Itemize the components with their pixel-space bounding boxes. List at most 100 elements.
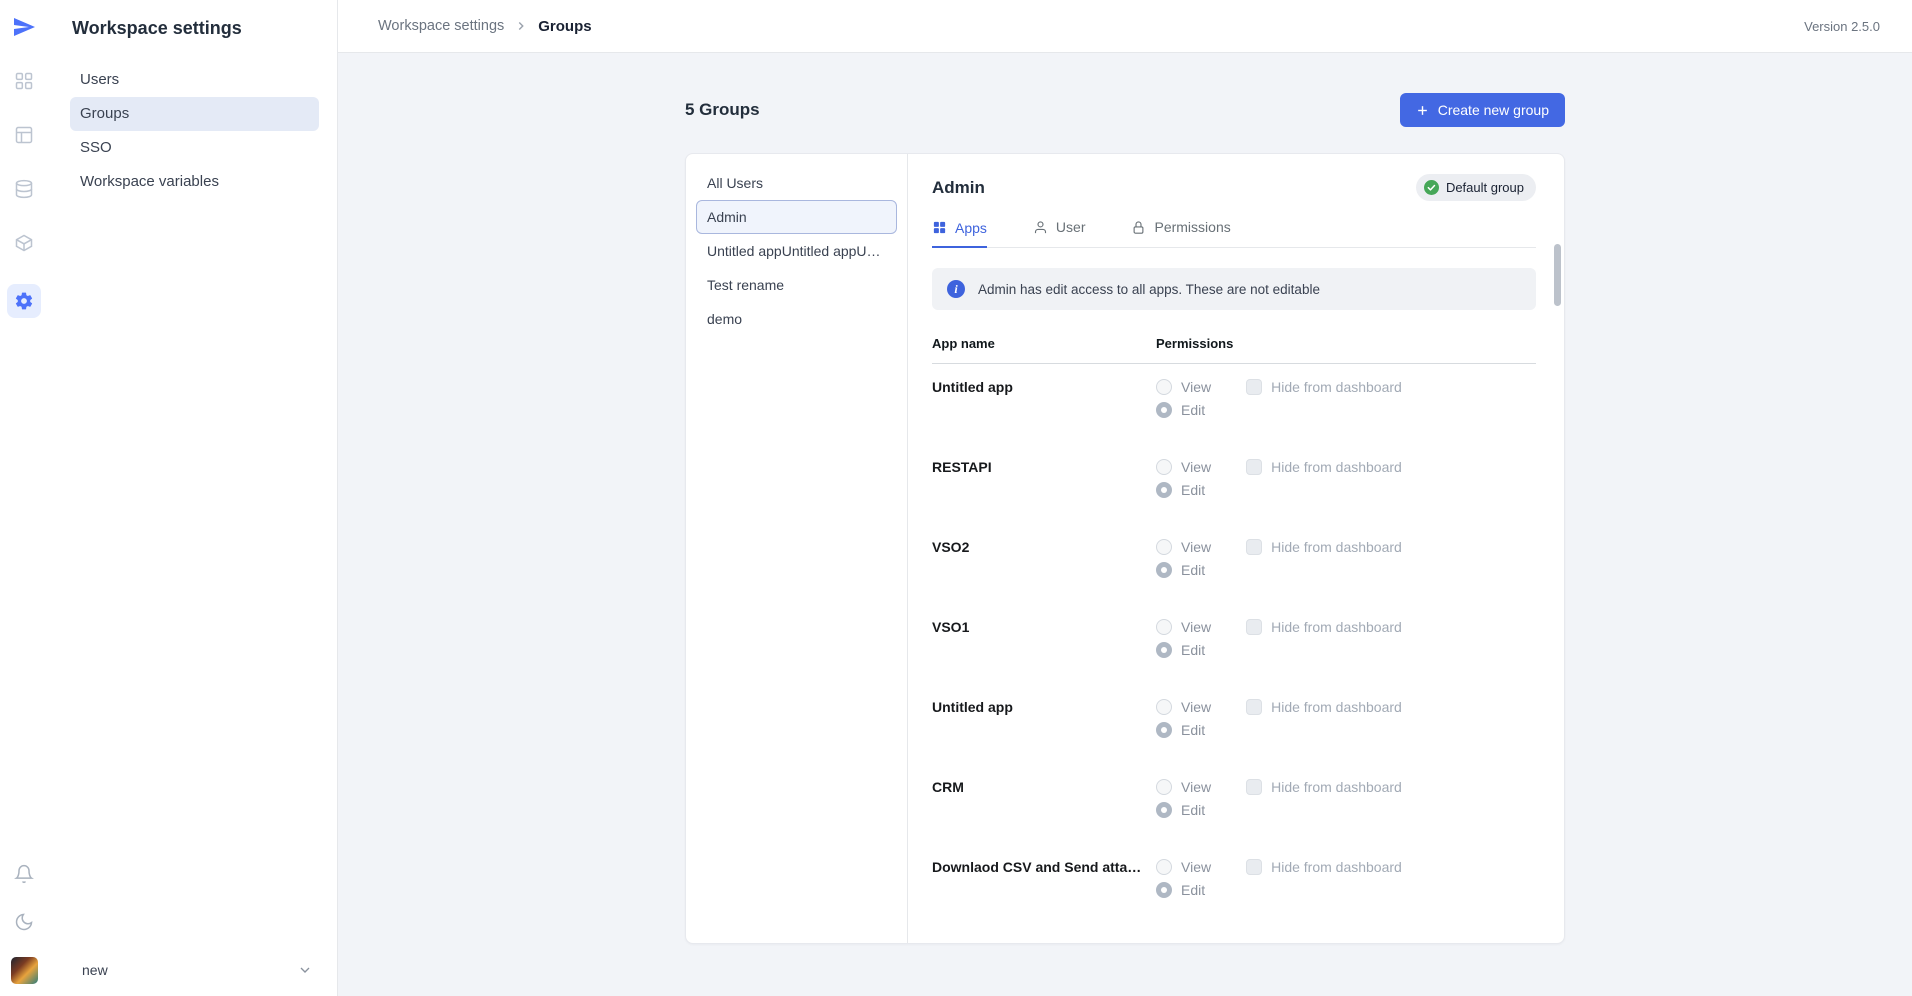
- view-label: View: [1181, 779, 1211, 795]
- groups-header: 5 Groups Create new group: [685, 93, 1565, 127]
- view-radio[interactable]: [1156, 539, 1172, 555]
- hide-checkbox[interactable]: [1246, 779, 1262, 795]
- app-logo[interactable]: [11, 14, 37, 40]
- rail-bottom: [11, 861, 38, 984]
- permissions-cell: View Hide from dashboard Edit: [1156, 379, 1536, 444]
- group-list-item[interactable]: Untitled appUntitled appUntitle…: [696, 234, 897, 268]
- view-line: View Hide from dashboard: [1156, 539, 1536, 555]
- edit-radio[interactable]: [1156, 482, 1172, 498]
- sidebar-title: Workspace settings: [70, 18, 319, 39]
- table-row: Untitled app View Hide from dashboard: [932, 684, 1536, 764]
- app-name: CRM: [932, 779, 1156, 844]
- app-name: VSO2: [932, 539, 1156, 604]
- icon-rail: [0, 0, 48, 996]
- sidebar-item[interactable]: SSO: [70, 131, 319, 165]
- chevron-right-icon: [514, 19, 528, 33]
- theme-toggle-icon[interactable]: [11, 909, 37, 935]
- app-name: Downlaod CSV and Send attac…: [932, 859, 1156, 924]
- hide-label: Hide from dashboard: [1271, 699, 1402, 715]
- view-radio[interactable]: [1156, 859, 1172, 875]
- hide-label: Hide from dashboard: [1271, 379, 1402, 395]
- view-radio[interactable]: [1156, 619, 1172, 635]
- rail-nav: [7, 68, 41, 318]
- marketplace-icon[interactable]: [11, 230, 37, 256]
- group-list-item[interactable]: All Users: [696, 166, 897, 200]
- hide-from-dashboard: Hide from dashboard: [1246, 859, 1402, 875]
- tab-permissions-label: Permissions: [1154, 219, 1230, 235]
- view-label: View: [1181, 859, 1211, 875]
- edit-line: Edit: [1156, 562, 1536, 578]
- view-radio[interactable]: [1156, 459, 1172, 475]
- group-list-item[interactable]: Test rename: [696, 268, 897, 302]
- edit-label: Edit: [1181, 402, 1205, 418]
- app-name: RESTAPI: [932, 459, 1156, 524]
- hide-checkbox[interactable]: [1246, 859, 1262, 875]
- edit-radio[interactable]: [1156, 802, 1172, 818]
- hide-checkbox[interactable]: [1246, 459, 1262, 475]
- hide-checkbox[interactable]: [1246, 699, 1262, 715]
- breadcrumb-root[interactable]: Workspace settings: [378, 18, 504, 34]
- view-line: View Hide from dashboard: [1156, 859, 1536, 875]
- edit-radio[interactable]: [1156, 402, 1172, 418]
- view-label: View: [1181, 699, 1211, 715]
- lock-icon: [1131, 220, 1146, 235]
- group-list-item[interactable]: Admin: [696, 200, 897, 234]
- edit-label: Edit: [1181, 642, 1205, 658]
- main-area: Workspace settings Groups Version 2.5.0 …: [338, 0, 1912, 996]
- view-radio[interactable]: [1156, 779, 1172, 795]
- view-line: View Hide from dashboard: [1156, 459, 1536, 475]
- edit-radio[interactable]: [1156, 882, 1172, 898]
- edit-line: Edit: [1156, 402, 1536, 418]
- editor-icon[interactable]: [11, 122, 37, 148]
- group-list-item[interactable]: demo: [696, 302, 897, 336]
- hide-label: Hide from dashboard: [1271, 859, 1402, 875]
- apps-icon[interactable]: [11, 68, 37, 94]
- permissions-cell: View Hide from dashboard Edit: [1156, 619, 1536, 684]
- view-radio[interactable]: [1156, 699, 1172, 715]
- hide-checkbox[interactable]: [1246, 619, 1262, 635]
- groups-count: 5 Groups: [685, 100, 760, 120]
- view-line: View Hide from dashboard: [1156, 699, 1536, 715]
- notifications-icon[interactable]: [11, 861, 37, 887]
- create-group-label: Create new group: [1438, 102, 1549, 118]
- breadcrumb: Workspace settings Groups: [378, 18, 592, 35]
- sidebar-item[interactable]: Groups: [70, 97, 319, 131]
- tab-user-label: User: [1056, 219, 1086, 235]
- sidebar-item[interactable]: Workspace variables: [70, 165, 319, 199]
- view-radio[interactable]: [1156, 379, 1172, 395]
- tab-user[interactable]: User: [1033, 219, 1086, 247]
- app-name: VSO1: [932, 619, 1156, 684]
- database-icon[interactable]: [11, 176, 37, 202]
- settings-icon[interactable]: [7, 284, 41, 318]
- edit-radio[interactable]: [1156, 562, 1172, 578]
- table-row: Untitled app View Hide from dashboard: [932, 364, 1536, 444]
- tab-apps[interactable]: Apps: [932, 219, 987, 248]
- group-title: Admin: [932, 178, 985, 198]
- hide-checkbox[interactable]: [1246, 539, 1262, 555]
- hide-from-dashboard: Hide from dashboard: [1246, 459, 1402, 475]
- tab-permissions[interactable]: Permissions: [1131, 219, 1230, 247]
- edit-line: Edit: [1156, 722, 1536, 738]
- apps-table-header: App name Permissions: [932, 336, 1536, 364]
- sidebar-item[interactable]: Users: [70, 63, 319, 97]
- default-group-badge: Default group: [1416, 174, 1536, 201]
- workspace-switcher[interactable]: new: [70, 956, 319, 978]
- edit-label: Edit: [1181, 882, 1205, 898]
- edit-radio[interactable]: [1156, 722, 1172, 738]
- hide-checkbox[interactable]: [1246, 379, 1262, 395]
- view-label: View: [1181, 379, 1211, 395]
- permissions-cell: View Hide from dashboard Edit: [1156, 539, 1536, 604]
- edit-radio[interactable]: [1156, 642, 1172, 658]
- version-label: Version 2.5.0: [1804, 19, 1880, 34]
- scrollbar-thumb[interactable]: [1554, 244, 1561, 306]
- avatar[interactable]: [11, 957, 38, 984]
- permissions-cell: View Hide from dashboard Edit: [1156, 699, 1536, 764]
- create-group-button[interactable]: Create new group: [1400, 93, 1565, 127]
- info-icon: i: [947, 280, 965, 298]
- hide-from-dashboard: Hide from dashboard: [1246, 379, 1402, 395]
- view-line: View Hide from dashboard: [1156, 379, 1536, 395]
- groups-card: All Users Admin Untitled appUntitled app…: [685, 153, 1565, 944]
- user-icon: [1033, 220, 1048, 235]
- group-detail-header: Admin Default group: [932, 174, 1536, 201]
- permissions-cell: View Hide from dashboard Edit: [1156, 459, 1536, 524]
